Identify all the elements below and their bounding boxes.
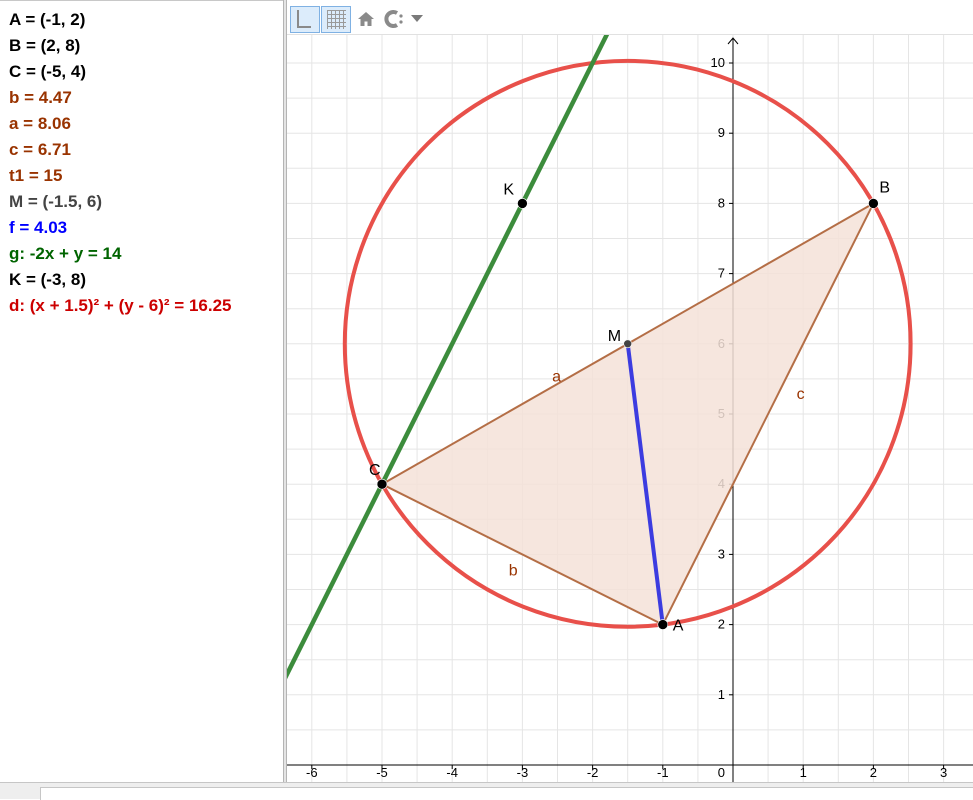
y-tick-label: 7 <box>718 266 725 281</box>
x-tick-label: -5 <box>376 765 388 780</box>
y-tick-label: 10 <box>711 55 725 70</box>
segment-label-c: c <box>797 386 805 403</box>
triangle-down-icon <box>411 15 423 22</box>
algebra-item[interactable]: t1 = 15 <box>9 165 62 187</box>
point-K[interactable] <box>517 198 528 209</box>
algebra-item[interactable]: g: -2x + y = 14 <box>9 243 121 265</box>
algebra-item[interactable]: C = (-5, 4) <box>9 61 86 83</box>
grid-icon <box>327 10 346 29</box>
algebra-item[interactable]: B = (2, 8) <box>9 35 80 57</box>
algebra-view: A = (-1, 2) B = (2, 8) C = (-5, 4) b = 4.47… <box>0 0 283 782</box>
y-tick-label: 3 <box>718 546 725 561</box>
point-label-B: B <box>879 179 890 196</box>
x-tick-label: 2 <box>870 765 877 780</box>
y-tick-label: 9 <box>718 125 725 140</box>
point-label-C: C <box>369 462 381 479</box>
point-B[interactable] <box>868 198 879 209</box>
geometry-objects[interactable] <box>287 0 913 782</box>
algebra-item[interactable]: c = 6.71 <box>9 139 71 161</box>
algebra-item[interactable]: d: (x + 1.5)² + (y - 6)² = 16.25 <box>9 295 232 317</box>
toggle-axes-button[interactable] <box>290 6 320 33</box>
x-tick-label: -4 <box>446 765 458 780</box>
origin-label: 0 <box>718 765 725 780</box>
standard-view-button[interactable] <box>353 6 379 33</box>
point-A[interactable] <box>657 619 669 630</box>
x-tick-label: 1 <box>800 765 807 780</box>
capture-icon <box>384 10 403 28</box>
point-capturing-dropdown[interactable] <box>409 6 425 33</box>
y-tick-label: 8 <box>718 195 725 210</box>
graphics-view[interactable]: -6-5-4-3-2-1123123456789100 ABCMKabc <box>287 0 973 782</box>
point-capturing-button[interactable] <box>382 6 408 33</box>
home-icon <box>358 12 374 26</box>
algebra-item[interactable]: M = (-1.5, 6) <box>9 191 102 213</box>
x-tick-label: -3 <box>517 765 529 780</box>
input-bar[interactable] <box>40 787 973 800</box>
point-M[interactable] <box>623 339 633 349</box>
point-C[interactable] <box>376 478 388 490</box>
y-tick-label: 1 <box>718 687 725 702</box>
x-tick-label: -2 <box>587 765 599 780</box>
input-bar-area <box>0 782 973 800</box>
x-tick-label: 3 <box>940 765 947 780</box>
point-label-K: K <box>503 181 514 198</box>
toggle-grid-button[interactable] <box>321 6 351 33</box>
x-tick-label: -1 <box>657 765 669 780</box>
algebra-item[interactable]: f = 4.03 <box>9 217 67 239</box>
x-tick-label: -6 <box>306 765 318 780</box>
algebra-item[interactable]: K = (-3, 8) <box>9 269 86 291</box>
axes-icon <box>297 10 311 28</box>
graphics-style-bar <box>287 0 973 35</box>
algebra-item[interactable]: A = (-1, 2) <box>9 9 85 31</box>
point-label-A: A <box>673 618 684 635</box>
segment-label-b: b <box>509 563 518 580</box>
y-tick-label: 2 <box>718 617 725 632</box>
algebra-item[interactable]: b = 4.47 <box>9 87 72 109</box>
algebra-item[interactable]: a = 8.06 <box>9 113 71 135</box>
point-label-M: M <box>608 328 621 345</box>
segment-label-a: a <box>552 369 561 386</box>
